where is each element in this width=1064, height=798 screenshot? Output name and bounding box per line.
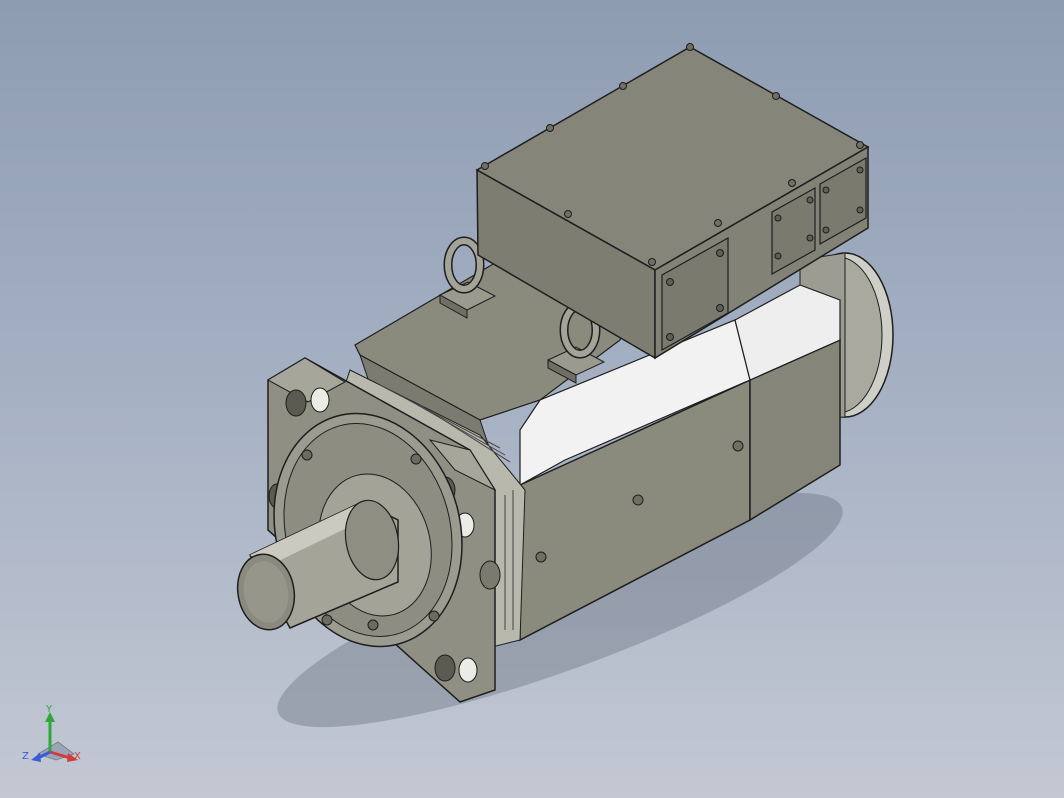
triad-x-label: X: [74, 751, 81, 762]
triad-z-label: Z: [22, 751, 29, 762]
servo-motor-3d-model[interactable]: [0, 0, 1064, 798]
cad-graphics-viewport[interactable]: Y X Z: [0, 0, 1064, 798]
coordinate-triad: Y X Z: [22, 704, 81, 762]
triad-y-label: Y: [45, 704, 53, 715]
